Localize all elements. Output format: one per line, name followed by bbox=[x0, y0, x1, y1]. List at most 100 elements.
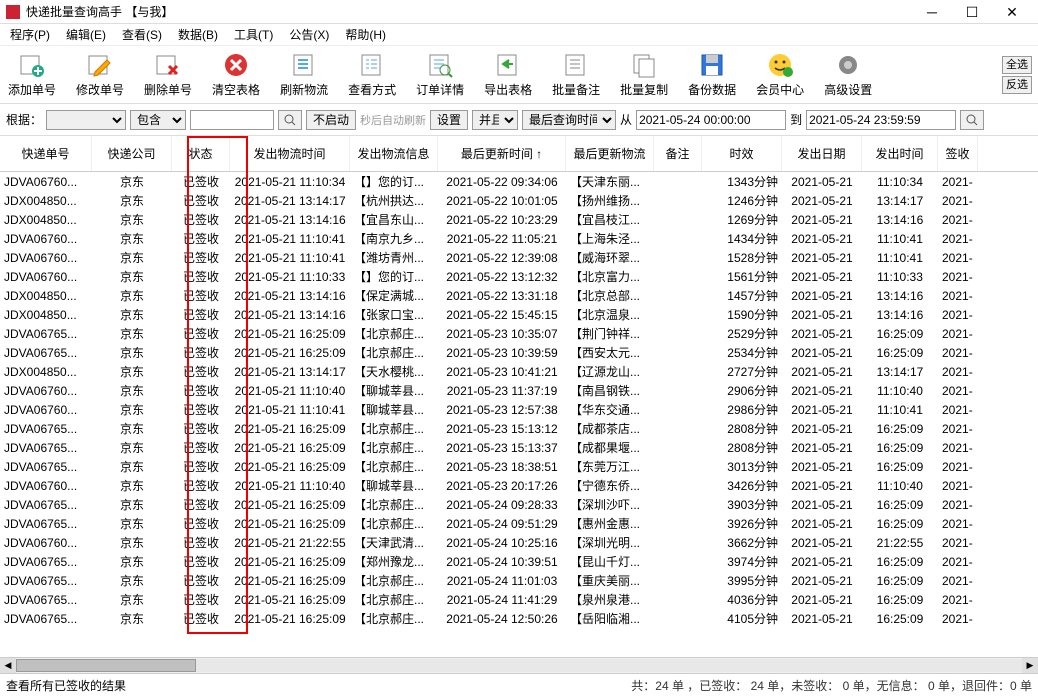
col-shiptime[interactable]: 发出物流时间 bbox=[230, 136, 350, 171]
table-row[interactable]: JDX004850...京东已签收2021-05-21 13:14:17【杭州拱… bbox=[0, 191, 1038, 210]
member-icon bbox=[766, 51, 794, 79]
col-duration[interactable]: 时效 bbox=[702, 136, 782, 171]
batchnote-icon bbox=[562, 51, 590, 79]
toolbar: 添加单号 修改单号 删除单号 清空表格 刷新物流 查看方式 订单详情 导出表格 … bbox=[0, 46, 1038, 104]
table-row[interactable]: JDVA06765...京东已签收2021-05-21 16:25:09【北京郝… bbox=[0, 419, 1038, 438]
table-row[interactable]: JDX004850...京东已签收2021-05-21 13:14:16【宜昌东… bbox=[0, 210, 1038, 229]
search-date-button[interactable] bbox=[960, 110, 984, 130]
latest-select[interactable]: 最后查询时间 bbox=[522, 110, 616, 130]
col-shiptime2[interactable]: 发出时间 bbox=[862, 136, 938, 171]
filter-input[interactable] bbox=[190, 110, 274, 130]
col-updatetime[interactable]: 最后更新时间 ↑ bbox=[438, 136, 566, 171]
delete-icon bbox=[154, 51, 182, 79]
viewmode-icon bbox=[358, 51, 386, 79]
window-title: 快递批量查询高手 【与我】 bbox=[26, 3, 912, 20]
table-row[interactable]: JDVA06765...京东已签收2021-05-21 16:25:09【北京郝… bbox=[0, 609, 1038, 628]
table-row[interactable]: JDVA06760...京东已签收2021-05-21 21:22:55【天津武… bbox=[0, 533, 1038, 552]
grid-body: JDVA06760...京东已签收2021-05-21 11:10:34【】您的… bbox=[0, 172, 1038, 628]
col-shipinfo[interactable]: 发出物流信息 bbox=[350, 136, 438, 171]
table-row[interactable]: JDVA06760...京东已签收2021-05-21 11:10:40【聊城莘… bbox=[0, 476, 1038, 495]
table-row[interactable]: JDVA06760...京东已签收2021-05-21 11:10:41【聊城莘… bbox=[0, 400, 1038, 419]
clear-button[interactable]: 清空表格 bbox=[210, 49, 262, 100]
table-row[interactable]: JDVA06760...京东已签收2021-05-21 11:10:34【】您的… bbox=[0, 172, 1038, 191]
menu-data[interactable]: 数据(B) bbox=[172, 24, 224, 45]
table-row[interactable]: JDVA06760...京东已签收2021-05-21 11:10:41【潍坊青… bbox=[0, 248, 1038, 267]
batchnote-button[interactable]: 批量备注 bbox=[550, 49, 602, 100]
table-row[interactable]: JDVA06765...京东已签收2021-05-21 16:25:09【北京郝… bbox=[0, 343, 1038, 362]
export-icon bbox=[494, 51, 522, 79]
refresh-button[interactable]: 刷新物流 bbox=[278, 49, 330, 100]
scroll-right-arrow[interactable]: ▶ bbox=[1022, 658, 1038, 673]
backup-icon bbox=[698, 51, 726, 79]
filterbar: 根据： 包含 不启动 秒后自动刷新 设置 并且 最后查询时间 从 到 bbox=[0, 104, 1038, 136]
table-row[interactable]: JDVA06765...京东已签收2021-05-21 16:25:09【北京郝… bbox=[0, 324, 1038, 343]
advset-button[interactable]: 高级设置 bbox=[822, 49, 874, 100]
data-grid: 快递单号 快递公司 状态 发出物流时间 发出物流信息 最后更新时间 ↑ 最后更新… bbox=[0, 136, 1038, 657]
search-icon bbox=[966, 114, 978, 126]
basis-label: 根据： bbox=[6, 111, 42, 128]
contains-select[interactable]: 包含 bbox=[130, 110, 186, 130]
and-select[interactable]: 并且 bbox=[472, 110, 518, 130]
col-id[interactable]: 快递单号 bbox=[0, 136, 92, 171]
minimize-button[interactable]: ─ bbox=[912, 2, 952, 22]
settings-button[interactable]: 设置 bbox=[430, 110, 468, 130]
col-status[interactable]: 状态 bbox=[172, 136, 230, 171]
status-right: 共：24 单 ，已签收： 24 单，未签收： 0 单，无信息： 0 单，退回件：… bbox=[631, 677, 1032, 694]
delete-button[interactable]: 删除单号 bbox=[142, 49, 194, 100]
table-row[interactable]: JDVA06765...京东已签收2021-05-21 16:25:09【北京郝… bbox=[0, 457, 1038, 476]
table-row[interactable]: JDVA06760...京东已签收2021-05-21 11:10:41【南京九… bbox=[0, 229, 1038, 248]
horizontal-scrollbar[interactable]: ◀ ▶ bbox=[0, 657, 1038, 673]
scroll-thumb[interactable] bbox=[16, 659, 196, 672]
table-row[interactable]: JDVA06765...京东已签收2021-05-21 16:25:09【北京郝… bbox=[0, 438, 1038, 457]
menu-tools[interactable]: 工具(T) bbox=[228, 24, 279, 45]
grid-header: 快递单号 快递公司 状态 发出物流时间 发出物流信息 最后更新时间 ↑ 最后更新… bbox=[0, 136, 1038, 172]
menu-notice[interactable]: 公告(X) bbox=[283, 24, 335, 45]
viewmode-button[interactable]: 查看方式 bbox=[346, 49, 398, 100]
add-icon bbox=[18, 51, 46, 79]
table-row[interactable]: JDVA06760...京东已签收2021-05-21 11:10:40【聊城莘… bbox=[0, 381, 1038, 400]
refresh-icon bbox=[290, 51, 318, 79]
clear-icon bbox=[222, 51, 250, 79]
col-signed[interactable]: 签收 bbox=[938, 136, 978, 171]
table-row[interactable]: JDVA06765...京东已签收2021-05-21 16:25:09【北京郝… bbox=[0, 514, 1038, 533]
date-from-input[interactable] bbox=[636, 110, 786, 130]
col-note[interactable]: 备注 bbox=[654, 136, 702, 171]
disabled-button[interactable]: 不启动 bbox=[306, 110, 356, 130]
table-row[interactable]: JDX004850...京东已签收2021-05-21 13:14:16【张家口… bbox=[0, 305, 1038, 324]
col-updateinfo[interactable]: 最后更新物流 bbox=[566, 136, 654, 171]
table-row[interactable]: JDVA06765...京东已签收2021-05-21 16:25:09【北京郝… bbox=[0, 571, 1038, 590]
batchcopy-button[interactable]: 批量复制 bbox=[618, 49, 670, 100]
date-to-input[interactable] bbox=[806, 110, 956, 130]
select-all-button[interactable]: 全选 bbox=[1002, 56, 1032, 74]
detail-button[interactable]: 订单详情 bbox=[414, 49, 466, 100]
app-icon bbox=[6, 5, 20, 19]
menubar: 程序(P) 编辑(E) 查看(S) 数据(B) 工具(T) 公告(X) 帮助(H… bbox=[0, 24, 1038, 46]
col-shipdate[interactable]: 发出日期 bbox=[782, 136, 862, 171]
table-row[interactable]: JDX004850...京东已签收2021-05-21 13:14:17【天水樱… bbox=[0, 362, 1038, 381]
export-button[interactable]: 导出表格 bbox=[482, 49, 534, 100]
member-button[interactable]: 会员中心 bbox=[754, 49, 806, 100]
backup-button[interactable]: 备份数据 bbox=[686, 49, 738, 100]
add-button[interactable]: 添加单号 bbox=[6, 49, 58, 100]
maximize-button[interactable]: ☐ bbox=[952, 2, 992, 22]
search-icon bbox=[284, 114, 296, 126]
from-label: 从 bbox=[620, 111, 632, 128]
table-row[interactable]: JDVA06760...京东已签收2021-05-21 11:10:33【】您的… bbox=[0, 267, 1038, 286]
search-button[interactable] bbox=[278, 110, 302, 130]
table-row[interactable]: JDVA06765...京东已签收2021-05-21 16:25:09【郑州豫… bbox=[0, 552, 1038, 571]
edit-button[interactable]: 修改单号 bbox=[74, 49, 126, 100]
basis-select[interactable] bbox=[46, 110, 126, 130]
menu-program[interactable]: 程序(P) bbox=[4, 24, 56, 45]
table-row[interactable]: JDVA06765...京东已签收2021-05-21 16:25:09【北京郝… bbox=[0, 590, 1038, 609]
col-company[interactable]: 快递公司 bbox=[92, 136, 172, 171]
batchcopy-icon bbox=[630, 51, 658, 79]
invert-select-button[interactable]: 反选 bbox=[1002, 76, 1032, 94]
scroll-left-arrow[interactable]: ◀ bbox=[0, 658, 16, 673]
table-row[interactable]: JDX004850...京东已签收2021-05-21 13:14:16【保定满… bbox=[0, 286, 1038, 305]
close-button[interactable]: ✕ bbox=[992, 2, 1032, 22]
menu-view[interactable]: 查看(S) bbox=[116, 24, 168, 45]
menu-help[interactable]: 帮助(H) bbox=[339, 24, 392, 45]
table-row[interactable]: JDVA06765...京东已签收2021-05-21 16:25:09【北京郝… bbox=[0, 495, 1038, 514]
titlebar: 快递批量查询高手 【与我】 ─ ☐ ✕ bbox=[0, 0, 1038, 24]
menu-edit[interactable]: 编辑(E) bbox=[60, 24, 112, 45]
